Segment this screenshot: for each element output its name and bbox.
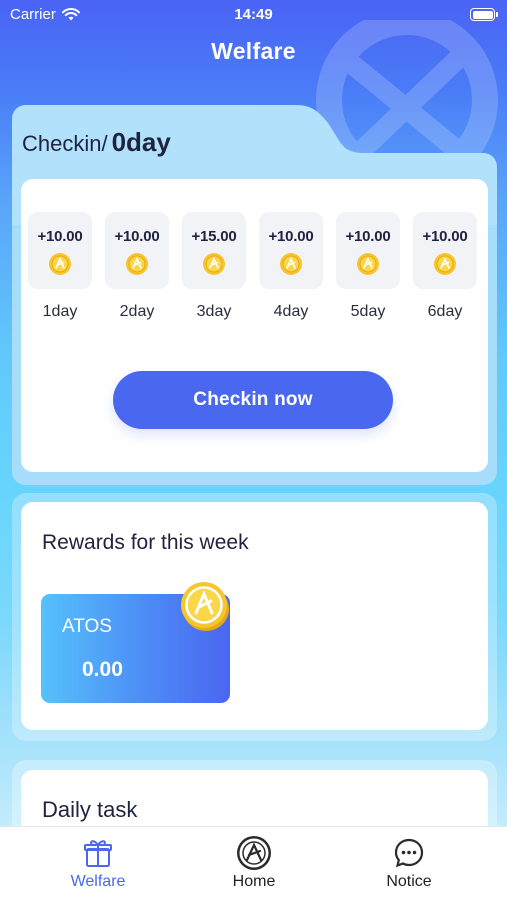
- coin-icon: [357, 253, 379, 275]
- tab-home[interactable]: Home: [194, 827, 314, 900]
- rewards-section: Rewards for this week ATOS 0.00: [12, 493, 497, 741]
- checkin-days-count: 0day: [111, 127, 171, 157]
- coin-icon: [203, 253, 225, 275]
- tab-label: Welfare: [70, 873, 126, 890]
- chat-bubble-icon: [394, 838, 424, 868]
- day-item-5[interactable]: +10.00 5day: [336, 212, 400, 321]
- tab-label: Notice: [386, 873, 432, 890]
- checkin-now-button[interactable]: Checkin now: [113, 371, 393, 429]
- day-item-1[interactable]: +10.00 1day: [28, 212, 92, 321]
- checkin-heading: Checkin/0day: [22, 127, 171, 158]
- daily-task-title: Daily task: [42, 797, 138, 822]
- day-reward-box: +15.00: [182, 212, 246, 289]
- tab-bar: Welfare Home Notice: [0, 826, 507, 900]
- rewards-card: Rewards for this week ATOS 0.00: [21, 502, 488, 730]
- day-label: 2day: [119, 303, 155, 320]
- coin-icon: [49, 253, 71, 275]
- coin-icon: [280, 253, 302, 275]
- checkin-card: Checkin/0day +10.00 1day +10.00 2day +15: [12, 105, 497, 485]
- battery-icon: [470, 8, 498, 21]
- day-item-2[interactable]: +10.00 2day: [105, 212, 169, 321]
- day-amount: +10.00: [345, 228, 391, 245]
- day-reward-box: +10.00: [413, 212, 477, 289]
- coin-icon: [126, 253, 148, 275]
- status-time: 14:49: [234, 6, 273, 23]
- status-bar: Carrier 14:49: [0, 0, 507, 30]
- coin-icon: [434, 253, 456, 275]
- day-reward-box: +10.00: [105, 212, 169, 289]
- day-amount: +10.00: [422, 228, 468, 245]
- day-item-6[interactable]: +10.00 6day: [413, 212, 477, 321]
- day-amount: +10.00: [114, 228, 160, 245]
- day-label: 6day: [427, 303, 463, 320]
- page-title: Welfare: [211, 38, 296, 64]
- rewards-title: Rewards for this week: [42, 531, 249, 554]
- day-amount: +10.00: [268, 228, 314, 245]
- day-label: 5day: [350, 303, 386, 320]
- tab-notice[interactable]: Notice: [349, 827, 469, 900]
- day-item-3[interactable]: +15.00 3day: [182, 212, 246, 321]
- gift-icon: [84, 840, 112, 867]
- home-logo-icon: [237, 836, 271, 870]
- checkin-inner-card: +10.00 1day +10.00 2day +15.00 3day +10.…: [21, 179, 488, 472]
- tab-welfare[interactable]: Welfare: [38, 827, 158, 900]
- day-item-4[interactable]: +10.00 4day: [259, 212, 323, 321]
- atos-token-label: ATOS: [62, 616, 112, 637]
- coin-icon: [181, 582, 229, 631]
- atos-reward-amount: 0.00: [82, 658, 123, 681]
- day-amount: +10.00: [37, 228, 83, 245]
- day-amount: +15.00: [191, 228, 237, 245]
- day-reward-box: +10.00: [259, 212, 323, 289]
- tab-label: Home: [232, 873, 276, 890]
- day-reward-box: +10.00: [336, 212, 400, 289]
- day-label: 3day: [196, 303, 232, 320]
- checkin-title: Checkin/: [22, 131, 108, 156]
- day-label: 1day: [42, 303, 78, 320]
- day-reward-box: +10.00: [28, 212, 92, 289]
- day-label: 4day: [273, 303, 309, 320]
